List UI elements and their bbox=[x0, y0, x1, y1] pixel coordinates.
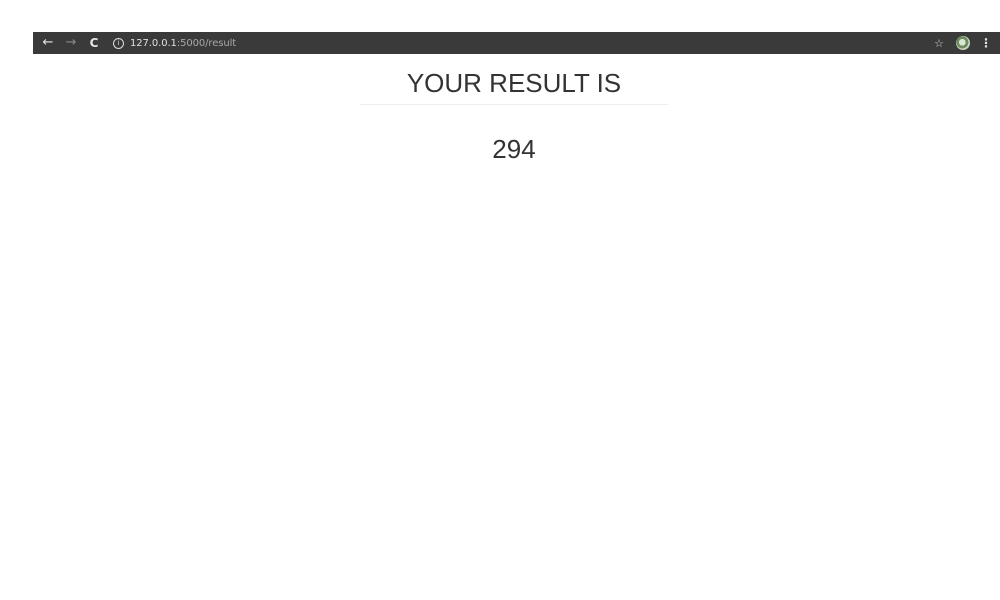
address-bar[interactable]: 127.0.0.1:5000/result bbox=[130, 38, 236, 49]
toolbar-right-icons: ☆ ⋮ bbox=[934, 32, 1000, 54]
back-arrow-icon[interactable]: ← bbox=[40, 32, 56, 54]
site-info-icon[interactable]: i bbox=[113, 37, 124, 49]
result-value: 294 bbox=[492, 134, 536, 164]
forward-arrow-icon[interactable]: → bbox=[63, 32, 79, 54]
browser-menu-icon[interactable]: ⋮ bbox=[980, 36, 992, 50]
bookmark-star-icon[interactable]: ☆ bbox=[934, 37, 944, 50]
title-divider bbox=[360, 104, 668, 105]
page-title: YOUR RESULT IS bbox=[406, 68, 622, 98]
browser-toolbar: ← → C i 127.0.0.1:5000/result ☆ ⋮ bbox=[33, 32, 1000, 54]
url-host: 127.0.0.1 bbox=[130, 37, 177, 49]
url-path: :5000/result bbox=[176, 37, 237, 49]
reload-icon[interactable]: C bbox=[86, 32, 102, 54]
extension-icon[interactable] bbox=[956, 36, 970, 50]
